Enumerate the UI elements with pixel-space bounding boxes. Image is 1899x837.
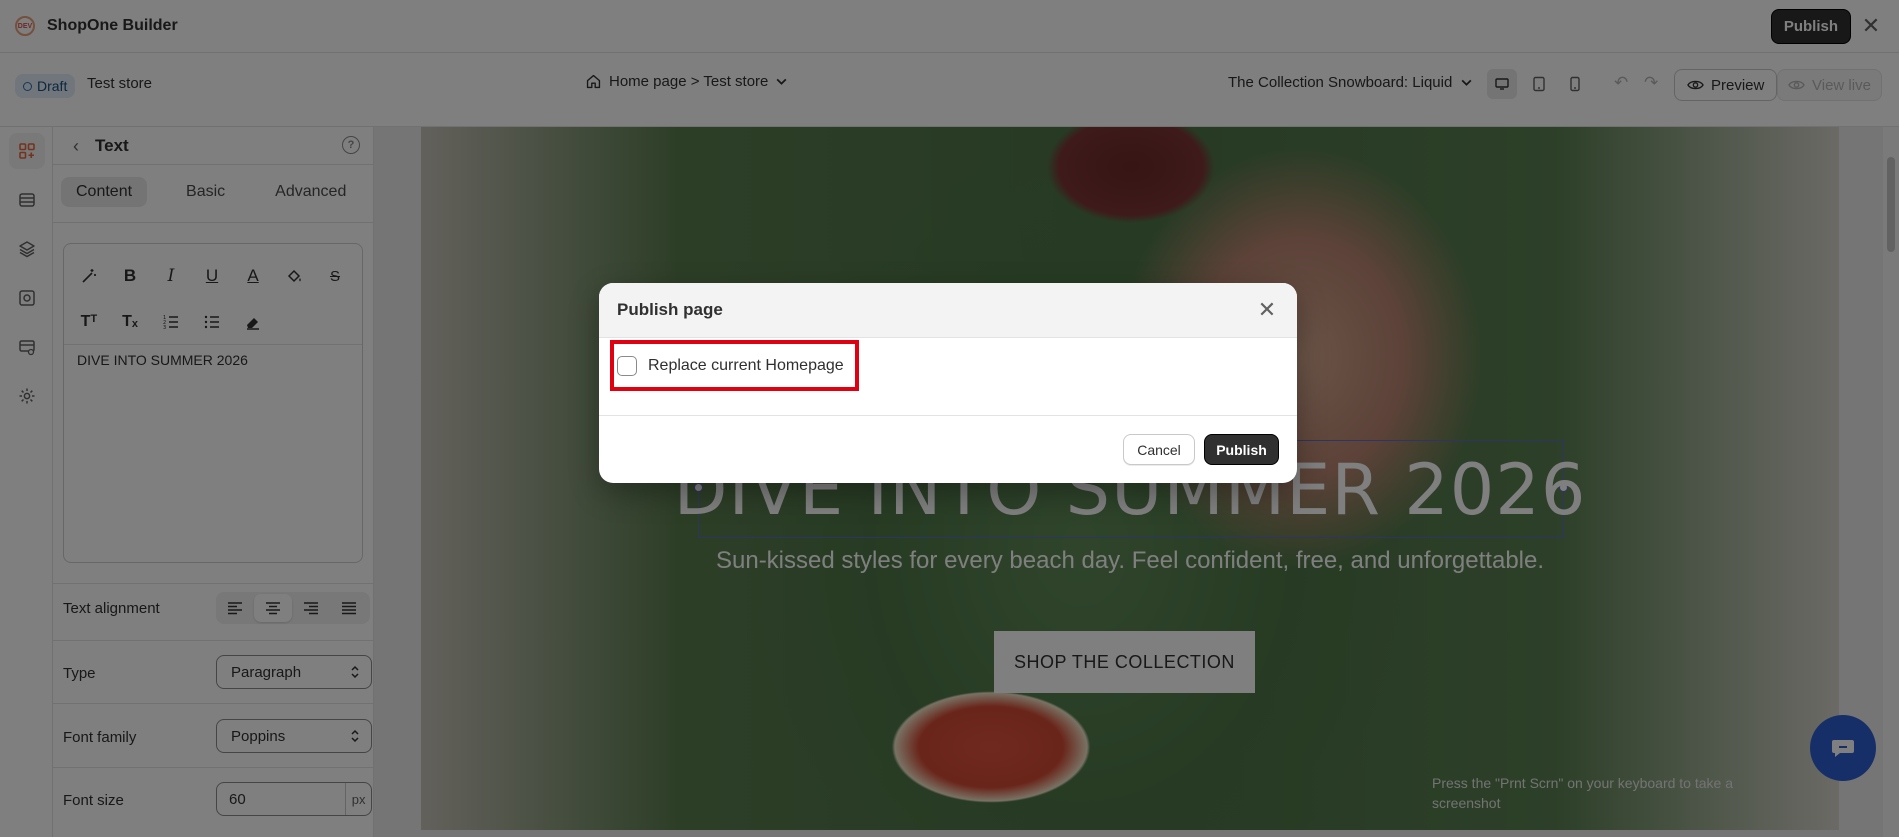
replace-homepage-checkbox[interactable] [617,356,637,376]
replace-homepage-label[interactable]: Replace current Homepage [648,357,844,375]
publish-page-dialog: Publish page ✕ Replace current Homepage … [599,283,1297,483]
dialog-title: Publish page [617,300,723,319]
cancel-button[interactable]: Cancel [1123,434,1195,465]
dialog-header: Publish page ✕ [599,283,1297,338]
replace-homepage-option[interactable]: Replace current Homepage [617,356,844,376]
dialog-divider [599,415,1297,416]
publish-button[interactable]: Publish [1204,434,1279,465]
close-icon[interactable]: ✕ [1255,297,1279,322]
